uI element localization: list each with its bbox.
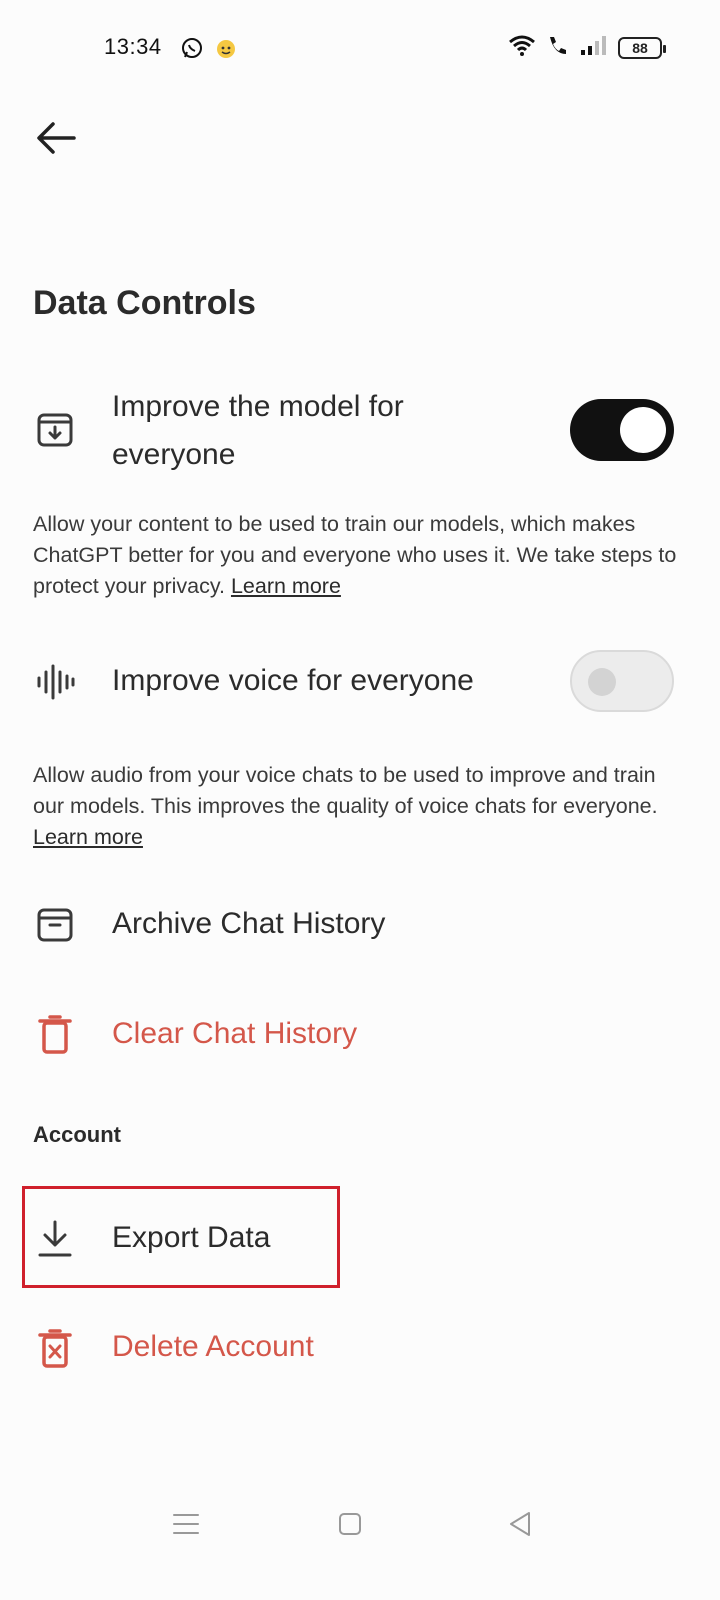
improve-voice-toggle[interactable] (570, 650, 674, 712)
archive-download-icon (34, 408, 76, 450)
trash-icon (34, 1013, 76, 1055)
account-section-label: Account (33, 1122, 121, 1147)
improve-model-label-line2: everyone (112, 438, 236, 471)
learn-more-link[interactable]: Learn more (231, 574, 341, 598)
clear-chat-history-row[interactable] (0, 990, 720, 1080)
voice-waveform-icon (34, 661, 76, 703)
battery-icon: 88 (618, 36, 666, 59)
improve-voice-label: Improve voice for everyone (112, 664, 474, 697)
clear-chat-history-label: Clear Chat History (112, 1017, 358, 1050)
trash-x-icon (34, 1327, 76, 1369)
improve-model-label-line1: Improve the model for (112, 390, 404, 423)
toggle-knob (620, 407, 666, 453)
wifi-icon (508, 34, 536, 61)
signal-icon (580, 34, 608, 61)
archive-icon (34, 903, 76, 945)
learn-more-link[interactable]: Learn more (33, 825, 143, 849)
improve-model-description-text: Allow your content to be used to train o… (33, 512, 677, 598)
status-time: 13:34 (104, 34, 162, 59)
menu-icon[interactable] (170, 1508, 202, 1540)
emoji-app-icon (214, 36, 238, 60)
wifi-call-icon (546, 34, 570, 61)
improve-voice-description: Allow audio from your voice chats to be … (33, 760, 683, 853)
status-right-icons: 88 (508, 34, 666, 61)
delete-account-row[interactable] (0, 1300, 720, 1396)
delete-account-label: Delete Account (112, 1330, 314, 1363)
improve-model-description: Allow your content to be used to train o… (33, 509, 683, 602)
back-triangle-icon[interactable] (504, 1508, 536, 1540)
page-title: Data Controls (33, 284, 256, 322)
highlight-box (22, 1186, 340, 1288)
whatsapp-icon (180, 36, 204, 60)
back-button[interactable] (30, 112, 82, 164)
archive-chat-history-label: Archive Chat History (112, 907, 386, 940)
home-square-icon[interactable] (334, 1508, 366, 1540)
improve-model-toggle[interactable] (570, 399, 674, 461)
toggle-knob (588, 668, 616, 696)
improve-voice-description-text: Allow audio from your voice chats to be … (33, 763, 658, 818)
arrow-left-icon (37, 122, 76, 154)
